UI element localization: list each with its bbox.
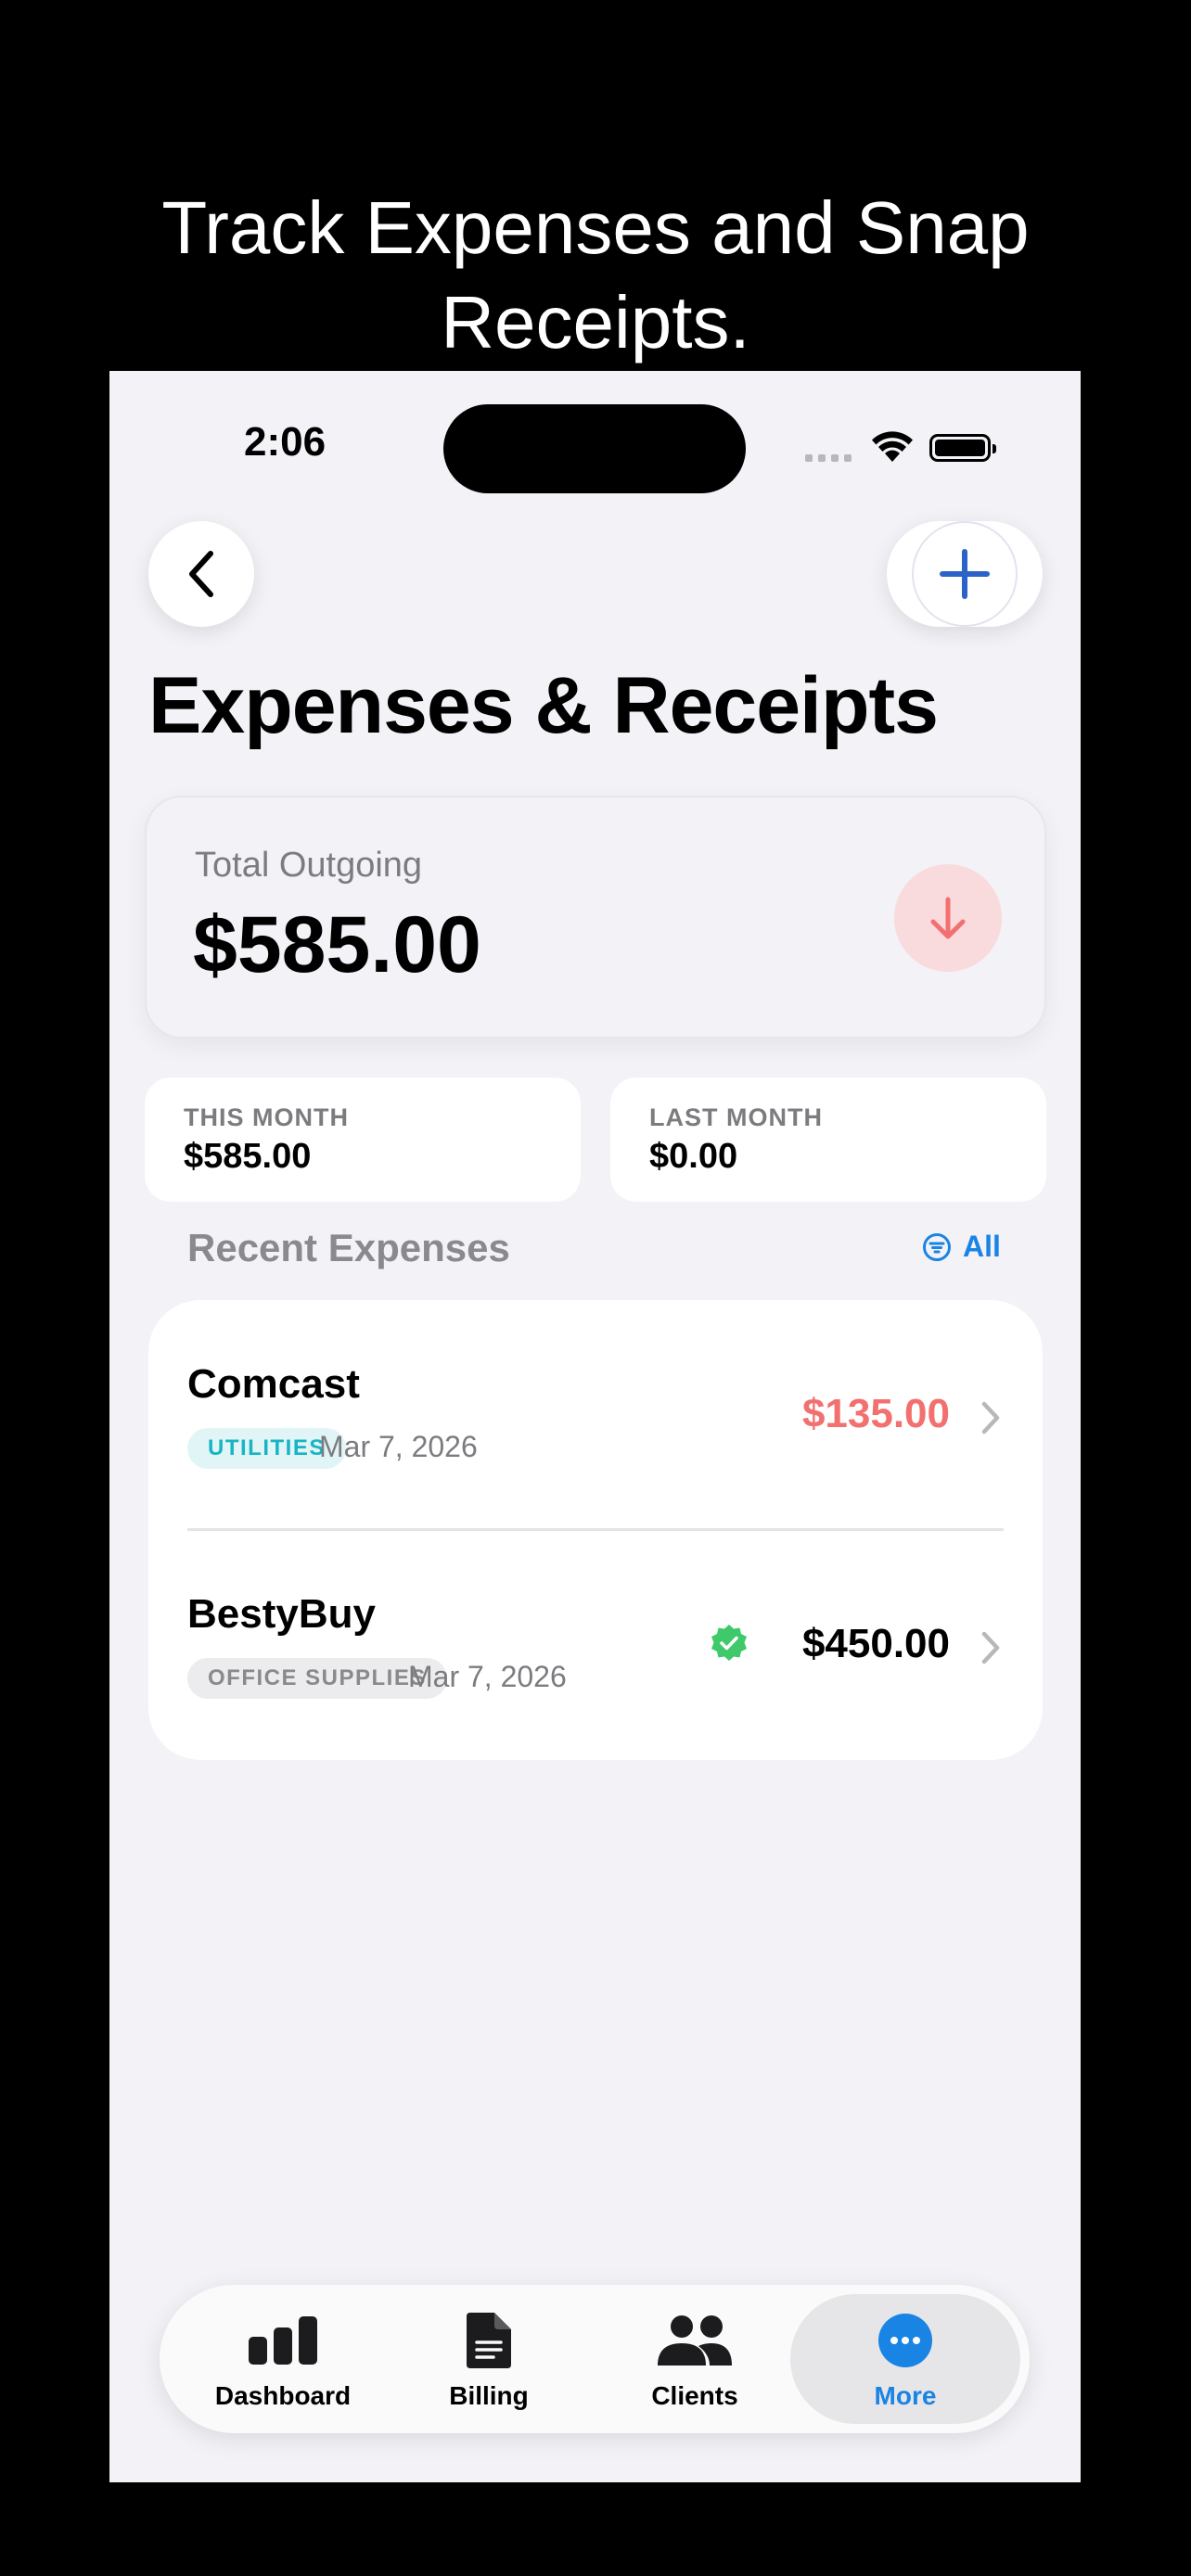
promo-caption: Track Expenses and Snap Receipts. [0, 181, 1191, 370]
verified-badge-icon [711, 1625, 747, 1661]
filter-all-label: All [963, 1230, 1001, 1263]
promo-line-2: Receipts. [441, 281, 750, 363]
month-value: $585.00 [184, 1137, 312, 1176]
this-month-card: THIS MONTH $585.00 [145, 1078, 581, 1202]
tab-label: More [874, 2381, 937, 2410]
month-label: LAST MONTH [649, 1103, 823, 1131]
people-icon [658, 2315, 732, 2366]
expense-row[interactable]: BestyBuy OFFICE SUPPLIES Mar 7, 2026 $45… [148, 1530, 1043, 1760]
expense-date: Mar 7, 2026 [408, 1660, 567, 1693]
expense-list: Comcast UTILITIES Mar 7, 2026 $135.00 Be… [148, 1300, 1043, 1760]
expense-amount: $135.00 [801, 1391, 950, 1436]
expense-amount: $450.00 [801, 1621, 950, 1666]
tab-label: Billing [449, 2381, 529, 2410]
wifi-icon [872, 431, 913, 462]
total-label: Total Outgoing [195, 846, 423, 885]
last-month-card: LAST MONTH $0.00 [610, 1078, 1046, 1202]
chevron-left-icon [189, 551, 213, 597]
tab-clients[interactable]: Clients [586, 2285, 803, 2433]
month-value: $0.00 [649, 1137, 738, 1176]
add-expense-button[interactable] [887, 521, 1043, 627]
cellular-signal-icon [805, 454, 852, 462]
plus-icon [940, 549, 990, 599]
expense-vendor: BestyBuy [187, 1591, 376, 1637]
total-outgoing-card: Total Outgoing $585.00 [145, 796, 1046, 1039]
promo-line-1: Track Expenses and Snap [161, 186, 1030, 269]
dynamic-island [443, 404, 746, 493]
tab-bar: Dashboard Billing Clients More [160, 2285, 1030, 2433]
chevron-right-icon [981, 1631, 1000, 1664]
bar-chart-icon [249, 2316, 317, 2365]
tab-label: Dashboard [214, 2381, 352, 2410]
filter-icon [923, 1232, 951, 1261]
arrow-down-icon [894, 864, 1002, 972]
document-icon [467, 2313, 511, 2368]
status-time: 2:06 [244, 419, 327, 465]
page-title: Expenses & Receipts [148, 661, 939, 750]
back-button[interactable] [148, 521, 254, 627]
expense-row[interactable]: Comcast UTILITIES Mar 7, 2026 $135.00 [148, 1300, 1043, 1531]
tab-dashboard[interactable]: Dashboard [174, 2285, 391, 2433]
expense-date: Mar 7, 2026 [319, 1430, 478, 1463]
tab-label: Clients [651, 2381, 738, 2410]
total-value: $585.00 [193, 900, 481, 989]
filter-all-button[interactable]: All [922, 1230, 1001, 1264]
tab-more[interactable]: More [790, 2285, 1020, 2433]
expense-vendor: Comcast [187, 1361, 360, 1407]
phone-screen: 2:06 Expenses & Receipts Total Outgoing … [109, 371, 1081, 2482]
battery-icon [929, 434, 996, 462]
chevron-right-icon [981, 1401, 1000, 1435]
more-icon [878, 2314, 932, 2367]
month-label: THIS MONTH [184, 1103, 349, 1131]
section-title: Recent Expenses [187, 1226, 510, 1269]
tab-billing[interactable]: Billing [380, 2285, 597, 2433]
